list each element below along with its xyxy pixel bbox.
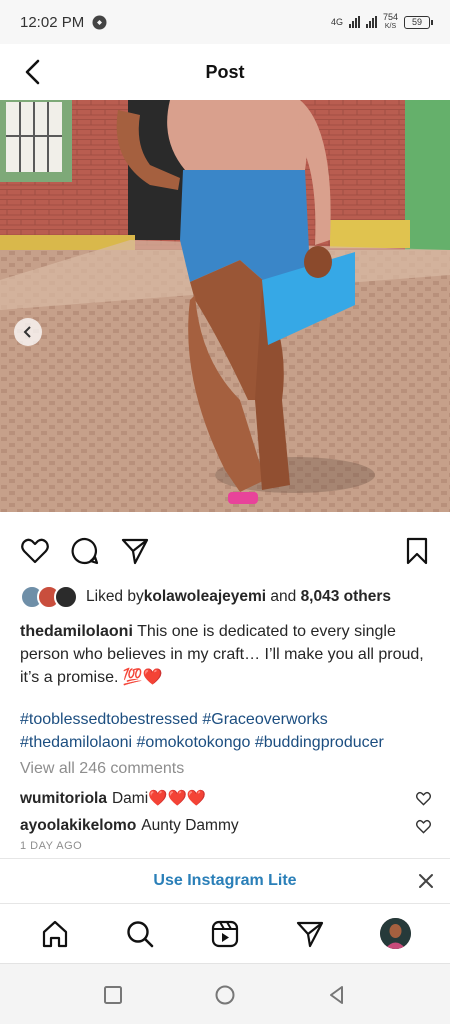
system-navigation-bar	[0, 963, 450, 1024]
comment-text: Aunty Dammy	[141, 817, 239, 834]
hashtag[interactable]: #omokotokongo	[137, 734, 251, 751]
comment-icon[interactable]	[70, 536, 100, 566]
status-time: 12:02 PM	[20, 13, 85, 31]
view-all-comments-link[interactable]: View all 246 comments	[20, 760, 184, 778]
comment-like-heart-icon[interactable]	[415, 818, 432, 835]
recent-apps-square-icon[interactable]	[102, 984, 124, 1006]
data-speed: 754 K/S	[383, 13, 398, 31]
back-arrow-icon[interactable]	[20, 58, 48, 86]
signal-icon	[348, 16, 360, 28]
battery-icon: 59	[404, 15, 433, 29]
data-speed-unit: K/S	[384, 23, 397, 30]
comment-like-heart-icon[interactable]	[415, 790, 432, 807]
post-hashtags: #tooblessedtobestressed #Graceoverworks …	[20, 708, 440, 754]
liked-by-user[interactable]: kolawoleajeyemi	[144, 588, 266, 606]
page-title: Post	[205, 61, 245, 82]
hashtag[interactable]: #thedamilolaoni	[20, 734, 132, 751]
caption-username[interactable]: thedamilolaoni	[20, 623, 133, 640]
network-type-label: 4G	[330, 17, 343, 27]
home-circle-icon[interactable]	[214, 984, 236, 1006]
hashtag[interactable]: #buddingproducer	[255, 734, 384, 751]
profile-photo	[380, 918, 411, 949]
comment-text: Dami❤️❤️❤️	[111, 790, 207, 807]
comment-username[interactable]: ayoolakikelomo	[20, 817, 136, 835]
liked-by-count[interactable]: 8,043 others	[301, 588, 391, 606]
status-bar: 12:02 PM 4G 754 K/S 59	[0, 0, 450, 44]
liked-by-and: and	[266, 588, 301, 605]
post-caption: thedamilolaoni This one is dedicated to …	[20, 620, 432, 689]
reels-icon[interactable]	[210, 919, 240, 949]
signal-icon-2	[365, 16, 377, 28]
post-actions	[0, 530, 450, 570]
bookmark-icon[interactable]	[402, 536, 432, 566]
profile-avatar[interactable]	[380, 918, 411, 949]
home-icon[interactable]	[40, 919, 70, 949]
chevron-left-icon	[23, 326, 31, 338]
instagram-lite-banner: Use Instagram Lite	[0, 858, 450, 902]
bottom-navigation	[0, 903, 450, 963]
battery-level: 59	[411, 17, 422, 27]
back-triangle-icon[interactable]	[326, 984, 348, 1006]
post-header: Post	[0, 44, 450, 100]
post-timestamp: 1 DAY AGO	[20, 840, 83, 852]
direct-messages-icon[interactable]	[295, 919, 325, 949]
liker-avatars	[20, 585, 78, 609]
carousel-previous-button[interactable]	[14, 318, 42, 346]
data-speed-value: 754	[382, 12, 398, 22]
post-image[interactable]	[0, 100, 450, 512]
like-heart-icon[interactable]	[20, 536, 50, 566]
comment-row: ayoolakikelomo Aunty Dammy	[20, 817, 432, 835]
share-send-icon[interactable]	[120, 536, 150, 566]
search-icon[interactable]	[125, 919, 155, 949]
close-icon[interactable]	[416, 871, 436, 891]
hashtag[interactable]: #Graceoverworks	[202, 711, 327, 728]
liked-by-prefix: Liked by	[86, 588, 144, 605]
comment-row: wumitoriola Dami❤️❤️❤️	[20, 789, 432, 808]
comment-username[interactable]: wumitoriola	[20, 790, 107, 808]
app-notification-icon	[92, 15, 107, 29]
avatar	[54, 585, 78, 609]
hashtag[interactable]: #tooblessedtobestressed	[20, 711, 198, 728]
post-photo	[0, 100, 450, 512]
likes-summary[interactable]: Liked by kolawoleajeyemi and 8,043 other…	[20, 585, 391, 609]
use-instagram-lite-link[interactable]: Use Instagram Lite	[153, 872, 296, 890]
